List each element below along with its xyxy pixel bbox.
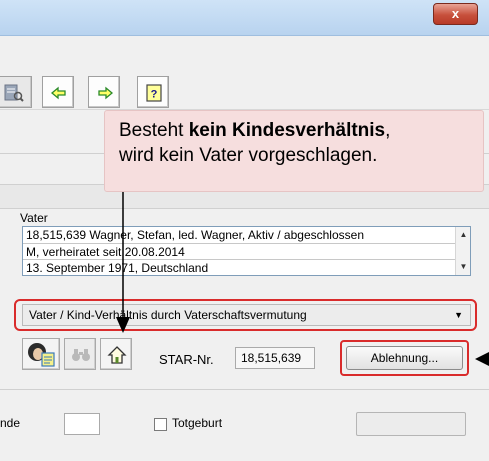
document-search-icon — [4, 84, 24, 102]
vater-row[interactable]: M, verheiratet seit 20.08.2014 — [23, 243, 455, 259]
callout-line-2: wird kein Vater vorgeschlagen. — [119, 145, 378, 166]
callout-arrow-icon — [475, 352, 489, 366]
help-button[interactable]: ? — [137, 76, 169, 108]
scroll-up-icon[interactable]: ▲ — [456, 229, 470, 241]
vater-row[interactable]: 18,515,639 Wagner, Stefan, led. Wagner, … — [23, 227, 455, 243]
stillbirth-checkbox[interactable] — [154, 418, 167, 431]
dropdown-highlight-frame — [14, 299, 477, 331]
vater-listbox[interactable]: 18,515,639 Wagner, Stefan, led. Wagner, … — [22, 226, 471, 276]
scroll-down-icon[interactable]: ▼ — [456, 261, 470, 273]
toolbar: ? — [0, 36, 489, 110]
bottom-divider — [0, 389, 489, 390]
document-search-button[interactable] — [0, 76, 32, 108]
back-button[interactable] — [42, 76, 74, 108]
search-person-button[interactable] — [64, 338, 96, 370]
vater-scrollbar[interactable]: ▲ ▼ — [455, 227, 470, 275]
bottom-field-label: nde — [0, 416, 21, 430]
forward-button[interactable] — [88, 76, 120, 108]
title-bar: x — [0, 0, 489, 36]
help-icon: ? — [146, 84, 162, 102]
binoculars-icon — [72, 349, 90, 361]
close-button[interactable]: x — [433, 3, 478, 25]
person-card-button[interactable] — [22, 338, 60, 370]
bottom-input[interactable] — [64, 413, 100, 435]
vater-row[interactable]: 13. September 1971, Deutschland — [23, 259, 455, 275]
address-button[interactable] — [100, 338, 132, 370]
svg-text:?: ? — [151, 89, 158, 101]
bottom-button[interactable] — [356, 412, 466, 436]
person-card-icon — [28, 343, 55, 367]
annotation-callout: Besteht kein Kindesverhältnis, wird kein… — [104, 110, 484, 192]
arrow-left-icon — [50, 86, 66, 100]
reject-highlight-frame — [340, 340, 469, 376]
star-number-label: STAR-Nr. — [159, 352, 214, 367]
arrow-right-icon — [98, 86, 114, 100]
home-icon — [107, 346, 127, 364]
stillbirth-label: Totgeburt — [172, 416, 223, 430]
star-number-field: 18,515,639 — [235, 347, 315, 369]
vater-label: Vater — [20, 211, 48, 225]
callout-line-1: Besteht kein Kindesverhältnis, — [119, 120, 391, 141]
